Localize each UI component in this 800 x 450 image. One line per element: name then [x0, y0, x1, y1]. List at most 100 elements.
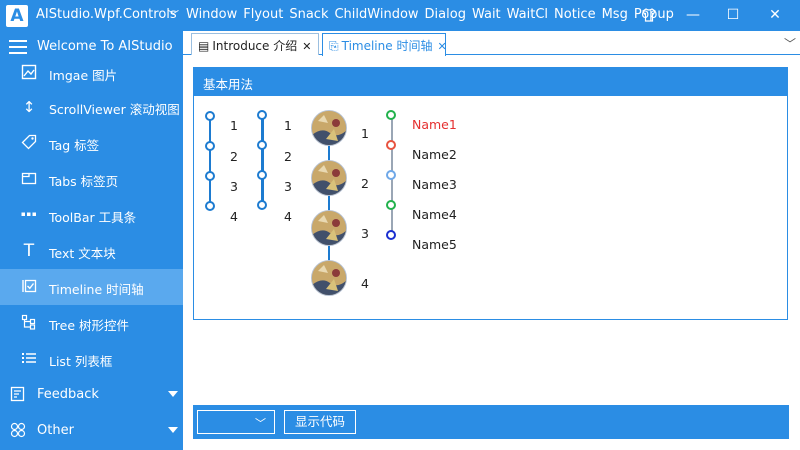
- timeline-tab-icon: ⎘: [329, 39, 339, 53]
- caret-down-icon: [168, 391, 178, 397]
- timeline-dot: [205, 201, 215, 211]
- code-type-combobox[interactable]: ﹀: [197, 410, 275, 434]
- bottom-bar: ﹀ 显示代码: [193, 405, 789, 439]
- menu-snack[interactable]: Snack: [289, 7, 328, 22]
- sidebar-item-label: List 列表框: [49, 354, 113, 369]
- timeline-dot: [386, 170, 396, 180]
- close-icon[interactable]: ✕: [302, 40, 311, 53]
- timeline-dot: [205, 141, 215, 151]
- hamburger-icon[interactable]: [9, 40, 27, 54]
- sidebar: Welcome To AIStudio Imgae 图片 ↕ ScrollVie…: [0, 31, 183, 450]
- menu-flyout[interactable]: Flyout: [243, 7, 283, 22]
- timeline-label: 2: [361, 176, 369, 191]
- menu-notice[interactable]: Notice: [554, 7, 596, 22]
- sidebar-item-label: ToolBar 工具条: [49, 210, 137, 225]
- timeline-dot: [205, 111, 215, 121]
- sidebar-item-label: Text 文本块: [49, 246, 116, 261]
- timeline-dot: [386, 230, 396, 240]
- timeline-label: 3: [230, 179, 238, 194]
- text-icon: T: [23, 241, 35, 261]
- menu-dialog[interactable]: Dialog: [425, 7, 466, 22]
- timeline-dot: [257, 200, 267, 210]
- title-bar: A AIStudio.Wpf.Controls ﹀ Window Flyout …: [0, 0, 800, 31]
- sidebar-item-toolbar[interactable]: ToolBar 工具条: [0, 197, 183, 233]
- tree-icon: [20, 314, 38, 332]
- maximize-icon[interactable]: ☐: [716, 0, 750, 31]
- tab-introduce[interactable]: ▤ Introduce 介绍 ✕: [191, 33, 319, 55]
- sidebar-header-label: Welcome To AIStudio: [37, 39, 173, 54]
- timeline-label: 1: [230, 118, 238, 133]
- window-title: AIStudio.Wpf.Controls: [36, 7, 177, 22]
- timeline-dot: [386, 110, 396, 120]
- scroll-arrow-icon: ↕: [22, 98, 36, 116]
- tabs-icon: [20, 170, 38, 188]
- sidebar-item-image[interactable]: Imgae 图片: [0, 55, 183, 91]
- sidebar-item-tree[interactable]: Tree 树形控件: [0, 305, 183, 341]
- sidebar-item-label: Tag 标签: [49, 138, 100, 153]
- tab-label: Introduce 介绍: [212, 39, 298, 53]
- sidebar-item-label: ScrollViewer 滚动视图: [49, 102, 180, 117]
- avatar: [311, 210, 347, 246]
- timeline-name-label: Name5: [412, 237, 457, 252]
- sidebar-item-list[interactable]: List 列表框: [0, 341, 183, 377]
- sidebar-group-other[interactable]: Other: [0, 413, 183, 449]
- close-icon[interactable]: ✕: [437, 40, 446, 53]
- menu-wait[interactable]: Wait: [472, 7, 501, 22]
- timeline-dot: [257, 140, 267, 150]
- tab-label: Timeline 时间轴: [341, 39, 433, 53]
- chevron-down-icon[interactable]: ﹀: [168, 7, 179, 23]
- menu-waitcl[interactable]: WaitCl: [507, 7, 548, 22]
- tab-timeline[interactable]: ⎘ Timeline 时间轴 ✕: [322, 33, 447, 56]
- sidebar-item-scrollviewer[interactable]: ↕ ScrollViewer 滚动视图: [0, 89, 183, 125]
- other-icon: [9, 422, 27, 440]
- close-icon[interactable]: ✕: [758, 0, 792, 31]
- avatar: [311, 110, 347, 146]
- timeline-name-label: Name4: [412, 207, 457, 222]
- tab-strip: ▤ Introduce 介绍 ✕ ⎘ Timeline 时间轴 ✕ ﹀: [183, 31, 800, 56]
- sidebar-item-label: Tabs 标签页: [49, 174, 119, 189]
- sidebar-item-text[interactable]: T Text 文本块: [0, 233, 183, 269]
- chevron-down-icon[interactable]: ﹀: [255, 415, 266, 431]
- show-code-button[interactable]: 显示代码: [284, 410, 356, 434]
- toolbar-dots-icon: [20, 206, 38, 224]
- timeline-label: 3: [284, 179, 292, 194]
- menu-childwindow[interactable]: ChildWindow: [334, 7, 418, 22]
- tag-icon: [20, 134, 38, 152]
- basic-usage-panel: 基本用法 1 2 3 4 1 2 3 4 1 2 3 4 Name1 Name2…: [193, 67, 788, 320]
- timeline-label: 4: [361, 276, 369, 291]
- sidebar-item-tag[interactable]: Tag 标签: [0, 125, 183, 161]
- sidebar-item-label: Tree 树形控件: [49, 318, 130, 333]
- avatar: [311, 260, 347, 296]
- menu-msg[interactable]: Msg: [602, 7, 628, 22]
- timeline-line: [261, 116, 264, 204]
- timeline-name-label: Name3: [412, 177, 457, 192]
- timeline-dot: [257, 110, 267, 120]
- timeline-dot: [257, 170, 267, 180]
- avatar: [311, 160, 347, 196]
- theme-shirt-icon[interactable]: [632, 0, 666, 31]
- chevron-down-icon[interactable]: ﹀: [784, 35, 796, 52]
- menu-window[interactable]: Window: [186, 7, 237, 22]
- timeline-label: 1: [361, 126, 369, 141]
- feedback-icon: [9, 386, 27, 404]
- timeline-name-label: Name2: [412, 147, 457, 162]
- timeline-label: 3: [361, 226, 369, 241]
- timeline-label: 2: [230, 149, 238, 164]
- timeline-label: 4: [230, 209, 238, 224]
- timeline-dot: [386, 200, 396, 210]
- top-menu: Window Flyout Snack ChildWindow Dialog W…: [186, 7, 674, 22]
- sidebar-group-label: Feedback: [37, 387, 99, 402]
- sidebar-group-label: Other: [37, 423, 74, 438]
- timeline-check-icon: [20, 278, 38, 296]
- sidebar-item-tabs[interactable]: Tabs 标签页: [0, 161, 183, 197]
- timeline-name-label: Name1: [412, 117, 457, 132]
- image-icon: [20, 64, 38, 82]
- minimize-icon[interactable]: —: [676, 0, 710, 31]
- document-icon: ▤: [198, 39, 210, 53]
- sidebar-group-feedback[interactable]: Feedback: [0, 377, 183, 413]
- caret-down-icon: [168, 427, 178, 433]
- list-icon: [20, 350, 38, 368]
- timeline-line: [328, 128, 330, 278]
- timeline-dot: [386, 140, 396, 150]
- sidebar-item-timeline[interactable]: Timeline 时间轴: [0, 269, 183, 305]
